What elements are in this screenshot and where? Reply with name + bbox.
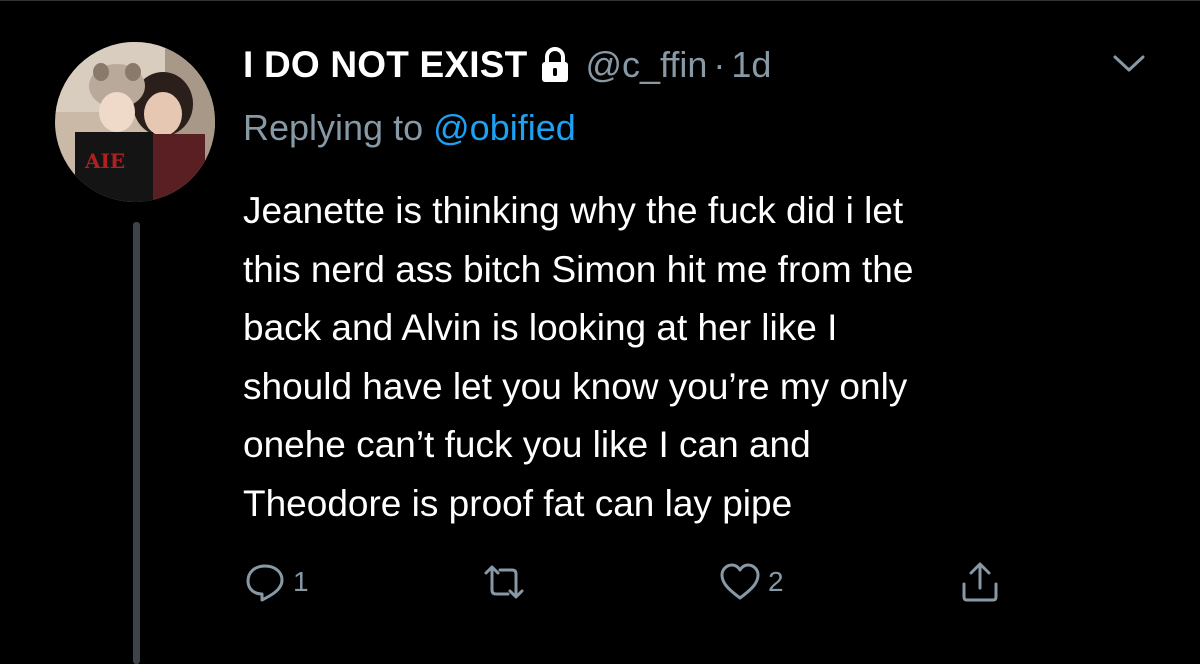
avatar[interactable]: AIE xyxy=(55,42,215,202)
display-name[interactable]: I DO NOT EXIST xyxy=(243,44,527,86)
timestamp[interactable]: 1d xyxy=(731,44,771,86)
tweet-header: I DO NOT EXIST @c_ffin · 1d xyxy=(243,43,771,87)
replying-to: Replying to @obified xyxy=(243,107,576,149)
like-count: 2 xyxy=(768,566,784,597)
retweet-icon xyxy=(480,560,528,604)
separator-dot: · xyxy=(713,44,726,85)
reply-button[interactable]: 1 xyxy=(243,560,309,604)
chevron-down-icon[interactable] xyxy=(1112,50,1146,76)
like-button[interactable]: 2 xyxy=(718,560,784,604)
user-handle[interactable]: @c_ffin xyxy=(585,44,707,86)
share-icon xyxy=(958,560,1002,604)
svg-text:AIE: AIE xyxy=(84,149,125,173)
reply-count: 1 xyxy=(293,566,309,597)
retweet-button[interactable] xyxy=(480,560,534,604)
replying-prefix: Replying to xyxy=(243,107,424,148)
lock-icon xyxy=(539,47,571,83)
top-divider xyxy=(0,0,1200,1)
share-button[interactable] xyxy=(958,560,1002,604)
avatar-photo: AIE xyxy=(55,42,215,202)
thread-line xyxy=(133,222,140,664)
action-bar: 1 2 xyxy=(243,560,1023,604)
tweet-text: Jeanette is thinking why the fuck did i … xyxy=(243,190,914,524)
heart-icon xyxy=(718,560,762,604)
reply-icon xyxy=(243,560,287,604)
replying-to-link[interactable]: @obified xyxy=(433,107,576,148)
